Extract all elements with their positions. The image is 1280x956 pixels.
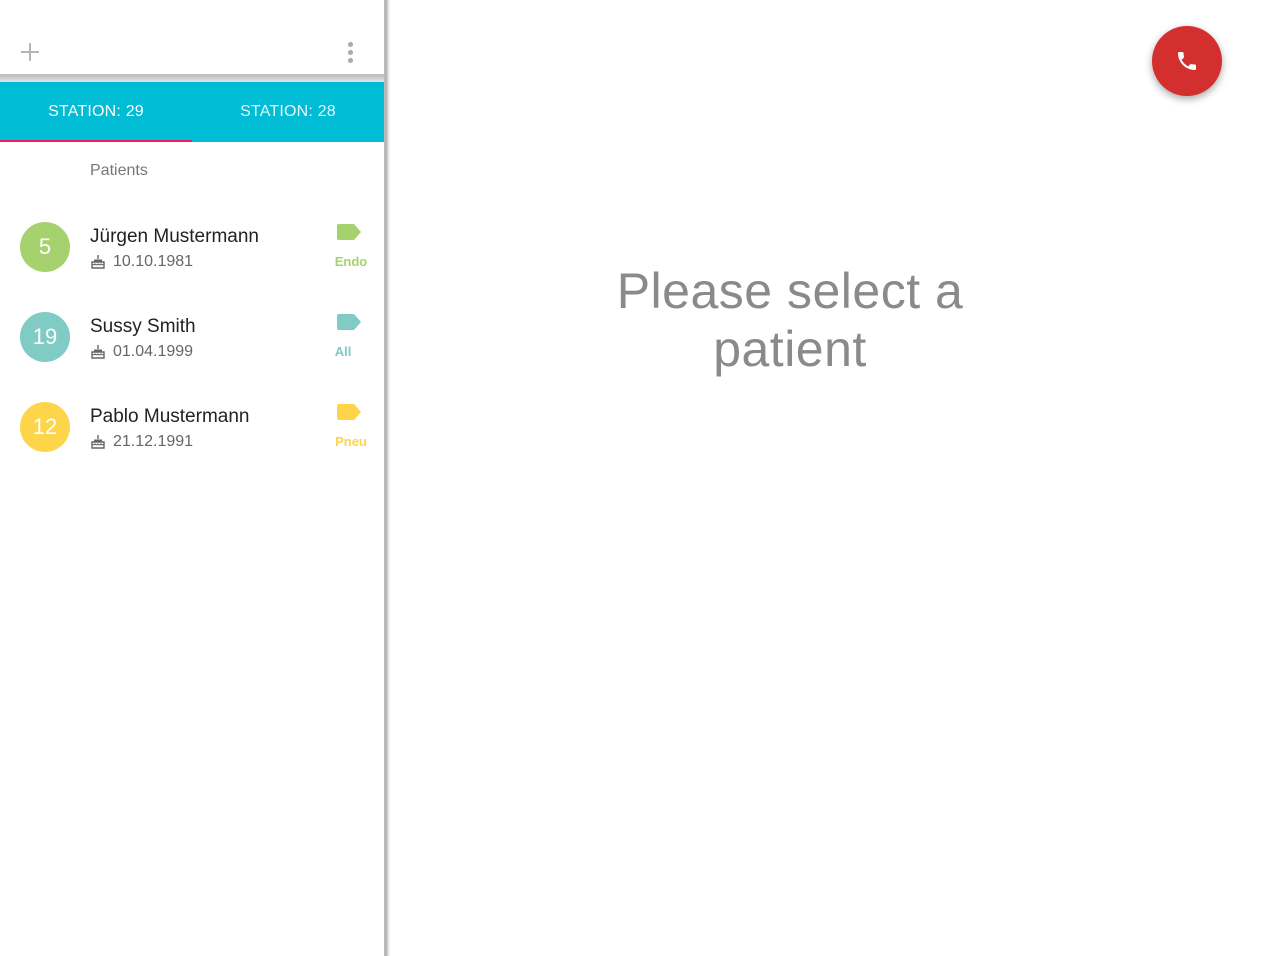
patient-dob: 10.10.1981: [90, 253, 193, 271]
tab-station-29[interactable]: STATION: 29: [0, 82, 192, 142]
cake-icon: [91, 435, 105, 449]
patient-number-avatar: 19: [20, 312, 70, 362]
tab-station-28[interactable]: STATION: 28: [192, 82, 384, 142]
label-tag-icon: [337, 224, 361, 240]
tab-indicator: [0, 140, 192, 142]
main-panel: Please select a patient: [390, 0, 1280, 956]
label-tag-icon: [337, 314, 361, 330]
patient-name: Sussy Smith: [90, 316, 196, 337]
call-button[interactable]: [1152, 26, 1222, 96]
list-item[interactable]: 19 Sussy Smith 01.04.1999 All: [0, 292, 384, 382]
patient-name: Pablo Mustermann: [90, 406, 250, 427]
patient-dob-text: 01.04.1999: [113, 343, 194, 360]
station-tabs: STATION: 29 STATION: 28: [0, 82, 384, 142]
patients-header: Patients: [90, 162, 148, 179]
cake-icon: [91, 345, 105, 359]
toolbar-shadow: [0, 74, 384, 82]
patient-dob: 21.12.1991: [90, 433, 193, 451]
list-item[interactable]: 5 Jürgen Mustermann 10.10.1981 Endo: [0, 202, 384, 292]
patient-number-avatar: 12: [20, 402, 70, 452]
patient-name: Jürgen Mustermann: [90, 226, 259, 247]
sidebar: STATION: 29 STATION: 28 Patients 5 Jürge…: [0, 0, 384, 956]
empty-state-message: Please select a patient: [570, 262, 1010, 378]
patient-number-avatar: 5: [20, 222, 70, 272]
patient-tag-label: All: [334, 344, 352, 359]
more-vert-icon[interactable]: [343, 40, 359, 64]
label-tag-icon: [337, 404, 361, 420]
patient-dob-text: 10.10.1981: [113, 253, 194, 270]
app: STATION: 29 STATION: 28 Patients 5 Jürge…: [0, 0, 1280, 956]
patient-tag-label: Endo: [334, 254, 368, 269]
patient-tag-label: Pneu: [335, 434, 367, 449]
list-item[interactable]: 12 Pablo Mustermann 21.12.1991 Pneu: [0, 382, 384, 472]
cake-icon: [91, 255, 105, 269]
patient-dob: 01.04.1999: [90, 343, 193, 361]
phone-icon: [1178, 52, 1196, 70]
patient-dob-text: 21.12.1991: [113, 433, 194, 450]
empty-state-line-2: patient: [713, 321, 867, 377]
plus-icon[interactable]: [18, 40, 42, 64]
sidebar-toolbar: [0, 0, 384, 74]
empty-state-line-1: Please select a: [616, 263, 964, 319]
